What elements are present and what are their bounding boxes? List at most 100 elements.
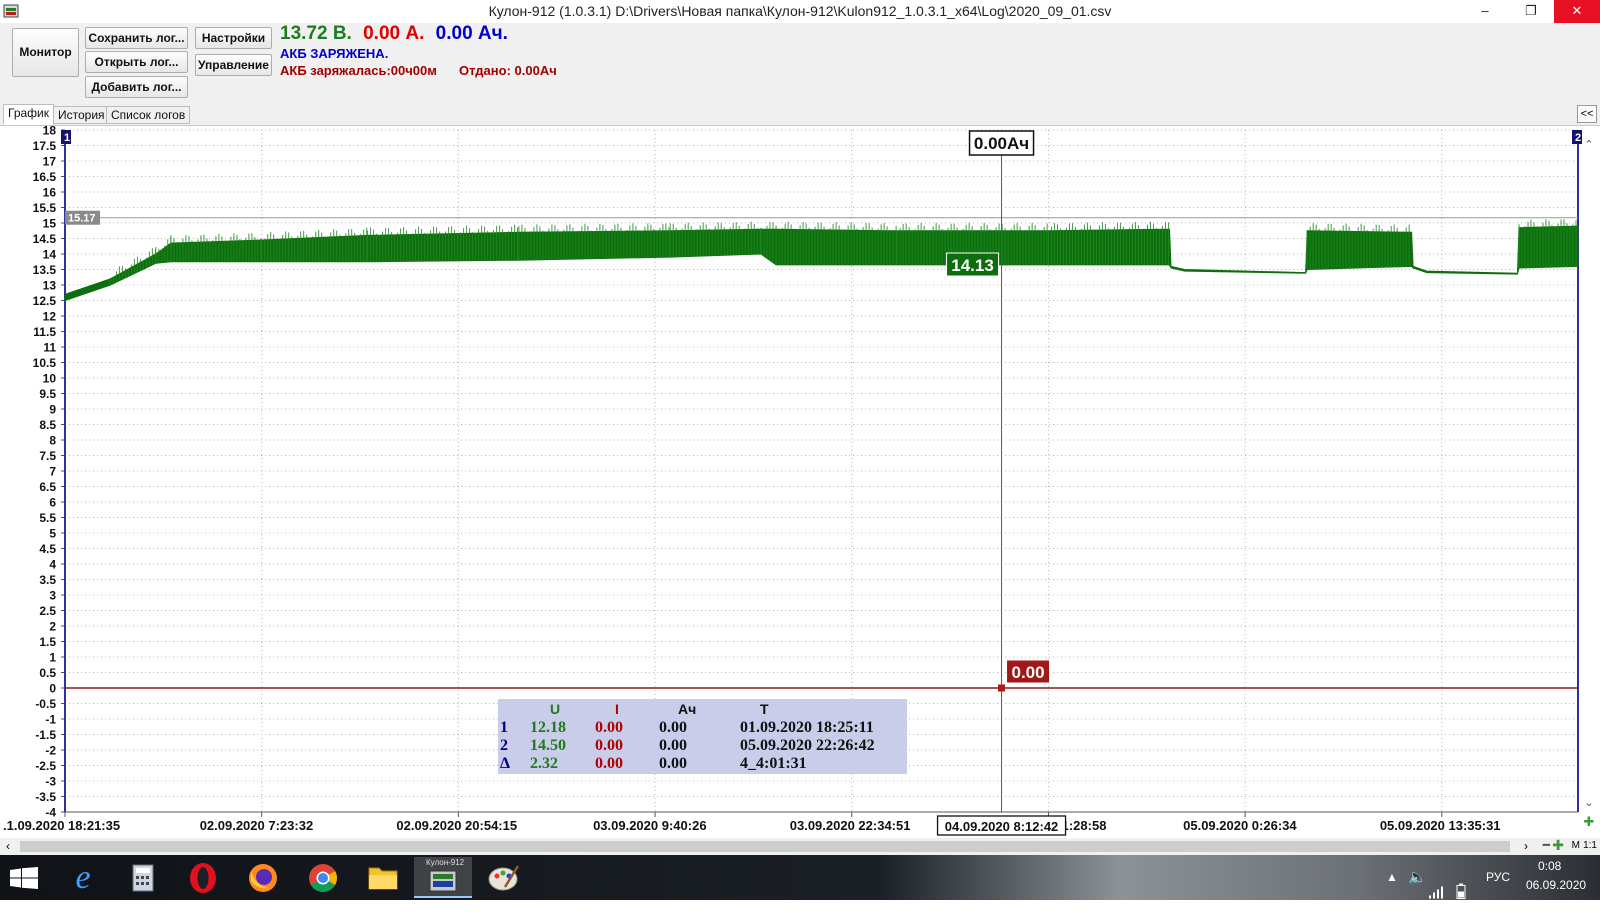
- y-tick-label: 11: [43, 341, 56, 355]
- scroll-up-arrow-icon: ⌃: [1584, 138, 1593, 151]
- language-indicator[interactable]: РУС: [1486, 870, 1510, 915]
- calculator-icon[interactable]: [114, 857, 172, 898]
- taskbar: e Кулон-912 ▲ 🔈 РУС 0:08 06.09.2020: [0, 855, 1600, 900]
- marker-1-label: 1: [64, 132, 70, 144]
- y-tick-label: -2.5: [35, 759, 56, 773]
- x-tick-label: 05.09.2020 0:26:34: [1183, 818, 1297, 833]
- y-tick-label: 5.5: [39, 511, 56, 525]
- cursor-voltage-label: 14.13: [951, 256, 994, 275]
- y-tick-label: 4.5: [39, 542, 56, 556]
- tray-overflow-icon[interactable]: ▲: [1386, 870, 1398, 915]
- svg-text:e: e: [75, 859, 90, 896]
- save-log-button[interactable]: Сохранить лог...: [85, 27, 188, 49]
- y-tick-label: 9.5: [39, 387, 56, 401]
- cursor-info-table: U I Ач T 1 12.18 0.00 0.00 01.09.2020 18…: [498, 699, 907, 774]
- y-tick-label: 4: [49, 558, 56, 572]
- current-value: 0.00 А.: [363, 23, 425, 44]
- y-tick-label: 9: [49, 403, 56, 417]
- add-log-button[interactable]: Добавить лог...: [85, 76, 188, 98]
- y-tick-label: 15.5: [33, 201, 57, 215]
- row-label: 1: [500, 719, 508, 736]
- settings-button[interactable]: Настройки: [195, 27, 272, 49]
- y-tick-label: 8.5: [39, 418, 56, 432]
- row-label: 2: [500, 737, 508, 754]
- y-tick-label: -1.5: [35, 728, 56, 742]
- close-button[interactable]: ✕: [1554, 0, 1600, 23]
- battery-state: АКБ ЗАРЯЖЕНА.: [280, 46, 389, 61]
- y-tick-label: 11.5: [33, 325, 56, 339]
- scale-ratio: 1:1: [1583, 840, 1597, 851]
- y-tick-label: 14: [43, 248, 57, 262]
- x-tick-label: 02.09.2020 7:23:32: [200, 818, 313, 833]
- horizontal-scrollbar[interactable]: ‹ › ━ ✚ M 1:1: [0, 837, 1600, 855]
- minimize-button[interactable]: –: [1462, 0, 1508, 23]
- y-tick-label: 3.5: [39, 573, 56, 587]
- y-tick-label: 7.5: [39, 449, 56, 463]
- internet-explorer-icon[interactable]: e: [54, 857, 112, 898]
- y-tick-label: 0: [49, 682, 56, 696]
- status-readout: 13.72 В. 0.00 А. 0.00 Ач.: [280, 23, 508, 45]
- y-tick-label: 8: [49, 434, 56, 448]
- control-button[interactable]: Управление: [195, 54, 272, 76]
- restore-button[interactable]: ❐: [1508, 0, 1554, 23]
- y-tick-label: 6: [49, 496, 56, 510]
- opera-icon[interactable]: [174, 857, 232, 898]
- row-i: 0.00: [595, 719, 623, 736]
- kulon-taskbar-label: Кулон-912: [426, 858, 465, 867]
- battery-icon[interactable]: [1455, 869, 1467, 914]
- y-tick-label: 2.5: [39, 604, 56, 618]
- zoom-in-icon[interactable]: ✚: [1552, 837, 1564, 854]
- y-tick-label: 17.5: [33, 139, 57, 153]
- firefox-icon[interactable]: [234, 857, 292, 898]
- y-tick-label: 10: [43, 372, 57, 386]
- row-t: 4_4:01:31: [740, 755, 807, 772]
- scroll-left-arrow-icon[interactable]: ‹: [6, 839, 10, 853]
- y-tick-label: 5: [49, 527, 56, 541]
- y-tick-label: 0.5: [39, 666, 56, 680]
- col-header-u: U: [550, 701, 561, 717]
- tab-graph[interactable]: График: [3, 104, 54, 125]
- tab-bar: График История Список логов <<: [0, 103, 1600, 126]
- monitor-button[interactable]: Монитор: [12, 28, 79, 77]
- y-tick-label: 10.5: [33, 356, 57, 370]
- tab-log-list[interactable]: Список логов: [106, 106, 191, 124]
- y-tick-label: -2: [45, 744, 56, 758]
- tab-history[interactable]: История: [53, 106, 110, 124]
- col-header-t: T: [760, 701, 769, 717]
- x-tick-label: 05.09.2020 13:35:31: [1380, 818, 1501, 833]
- zoom-out-icon[interactable]: ━: [1543, 838, 1550, 852]
- charge-time: АКБ заряжалась:00ч00м: [280, 63, 437, 78]
- row-u: 2.32: [530, 755, 558, 772]
- file-explorer-icon[interactable]: [354, 857, 412, 898]
- cursor-ah-label: 0.00Ач: [974, 134, 1029, 153]
- y-tick-label: 17: [43, 155, 57, 169]
- windows-start-icon[interactable]: [10, 867, 38, 889]
- title-bar: Кулон-912 (1.0.3.1) D:\Drivers\Новая пап…: [0, 0, 1600, 24]
- row-i: 0.00: [595, 755, 623, 772]
- y-tick-label: -0.5: [35, 697, 56, 711]
- marker-2-label: 2: [1575, 132, 1581, 144]
- window-title: Кулон-912 (1.0.3.1) D:\Drivers\Новая пап…: [488, 3, 1112, 19]
- network-icon[interactable]: [1428, 870, 1444, 915]
- y-tick-label: 12: [43, 310, 57, 324]
- open-log-button[interactable]: Открыть лог...: [85, 51, 188, 73]
- y-tick-label: 16: [43, 186, 57, 200]
- y-tick-label: 15: [43, 217, 57, 231]
- kulon-912-icon[interactable]: Кулон-912: [414, 857, 472, 898]
- y-tick-label: 16.5: [33, 170, 57, 184]
- vertical-scrollbar[interactable]: ⌃ ⌄ ✚: [1584, 138, 1595, 830]
- col-header-ah: Ач: [678, 701, 697, 717]
- cursor-current-marker: [998, 684, 1006, 692]
- paint-icon[interactable]: [474, 857, 532, 898]
- row-ah: 0.00: [659, 755, 687, 772]
- x-tick-label: 02.09.2020 20:54:15: [396, 818, 517, 833]
- col-header-i: I: [615, 701, 619, 717]
- chrome-icon[interactable]: [294, 857, 352, 898]
- scroll-thumb[interactable]: [20, 841, 1510, 852]
- clock-date[interactable]: 06.09.2020: [1526, 878, 1586, 923]
- volume-icon[interactable]: 🔈: [1408, 868, 1427, 913]
- scroll-right-arrow-icon[interactable]: ›: [1524, 839, 1528, 853]
- collapse-panel-button[interactable]: <<: [1577, 105, 1597, 123]
- cursor-current-label: 0.00: [1012, 663, 1045, 682]
- y-tick-label: 2: [49, 620, 56, 634]
